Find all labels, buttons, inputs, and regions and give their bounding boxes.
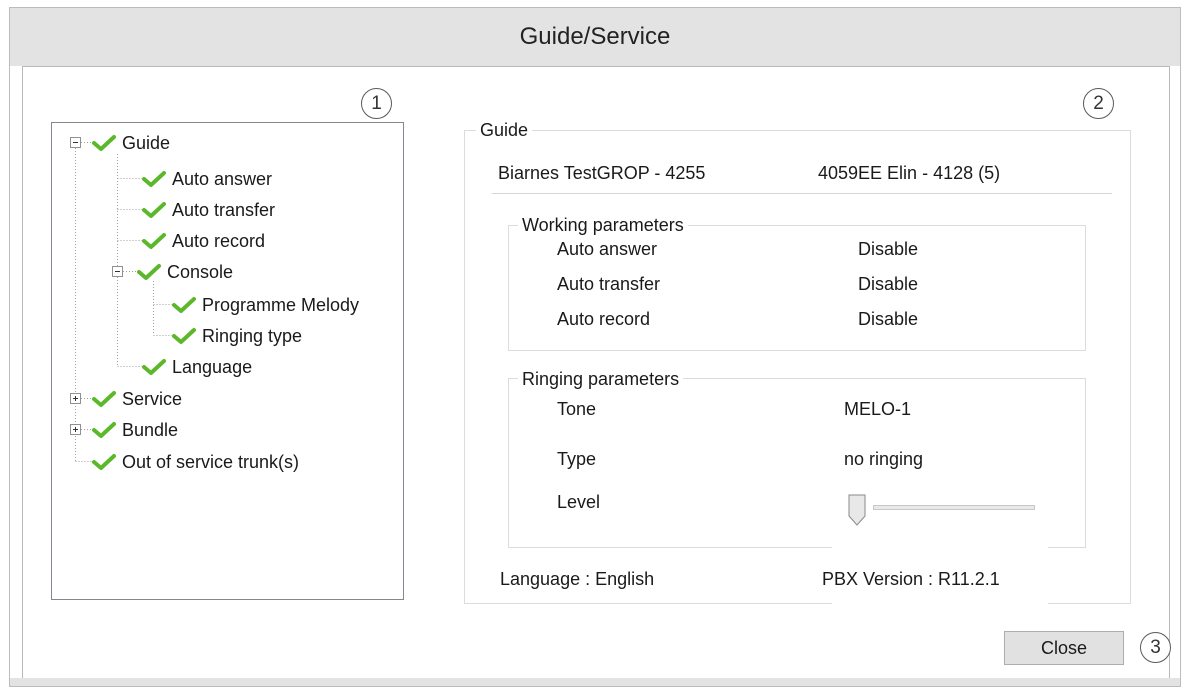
- level-slider-track[interactable]: [873, 505, 1035, 510]
- callout-marker-3: 3: [1140, 632, 1171, 663]
- checkmark-icon: [92, 422, 116, 438]
- tree-node-language[interactable]: Language: [142, 355, 252, 379]
- tree-node-bundle[interactable]: Bundle: [92, 418, 178, 442]
- operator-name-label: 4059EE Elin - 4128 (5): [818, 163, 1001, 183]
- checkmark-icon: [92, 391, 116, 407]
- tree-collapse-guide-icon[interactable]: [70, 137, 81, 148]
- auto-transfer-value: Disable: [858, 274, 919, 294]
- ringing-parameters-title: Ringing parameters: [518, 369, 684, 389]
- type-label: Type: [557, 449, 597, 469]
- tree-node-label: Service: [122, 388, 183, 409]
- tree-node-service[interactable]: Service: [92, 387, 182, 411]
- checkmark-icon: [137, 264, 161, 280]
- working-parameters-title: Working parameters: [518, 215, 688, 235]
- checkmark-icon: [172, 297, 196, 313]
- level-label: Level: [557, 492, 601, 512]
- tree-node-label: Console: [167, 261, 234, 282]
- auto-record-value: Disable: [858, 309, 919, 329]
- guide-groupbox-title: Guide: [476, 120, 533, 140]
- checkmark-icon: [142, 359, 166, 375]
- tree-view[interactable]: Guide Auto answer Auto transfer Auto rec…: [51, 122, 404, 600]
- checkmark-icon: [92, 454, 116, 470]
- tree-node-guide[interactable]: Guide: [92, 131, 170, 155]
- window-title: Guide/Service: [519, 23, 671, 50]
- auto-answer-label: Auto answer: [557, 239, 658, 259]
- tree-node-label: Guide: [122, 132, 171, 153]
- tree-node-out-of-service-trunks[interactable]: Out of service trunk(s): [92, 450, 299, 474]
- header-separator: [492, 193, 1112, 194]
- tree-node-programme-melody[interactable]: Programme Melody: [172, 293, 359, 317]
- callout-marker-2: 2: [1083, 88, 1114, 119]
- type-value: no ringing: [844, 449, 924, 469]
- tree-node-label: Programme Melody: [202, 294, 360, 315]
- checkmark-icon: [172, 328, 196, 344]
- checkmark-icon: [142, 202, 166, 218]
- tree-node-auto-record[interactable]: Auto record: [142, 229, 265, 253]
- tree-node-label: Ringing type: [202, 325, 303, 346]
- checkmark-icon: [92, 135, 116, 151]
- callout-marker-1: 1: [361, 88, 392, 119]
- tree-node-label: Bundle: [122, 419, 179, 440]
- checkmark-icon: [142, 233, 166, 249]
- checkmark-icon: [142, 171, 166, 187]
- auto-transfer-label: Auto transfer: [557, 274, 661, 294]
- tree-node-label: Language: [172, 356, 253, 377]
- tree-node-console[interactable]: Console: [137, 260, 233, 284]
- tree-node-label: Auto answer: [172, 168, 273, 189]
- tree-node-ringing-type[interactable]: Ringing type: [172, 324, 302, 348]
- pbx-version-info: PBX Version : R11.2.1: [822, 569, 1000, 589]
- tree-node-label: Auto transfer: [172, 199, 276, 220]
- tree-node-label: Out of service trunk(s): [122, 451, 300, 472]
- level-slider-thumb[interactable]: [848, 494, 866, 526]
- tree-expand-bundle-icon[interactable]: [70, 424, 81, 435]
- tone-label: Tone: [557, 399, 597, 419]
- tree-expand-service-icon[interactable]: [70, 393, 81, 404]
- tree-collapse-console-icon[interactable]: [112, 266, 123, 277]
- group-name-label: Biarnes TestGROP - 4255: [498, 163, 706, 183]
- tone-value: MELO-1: [844, 399, 912, 419]
- tree-node-auto-answer[interactable]: Auto answer: [142, 167, 272, 191]
- auto-record-label: Auto record: [557, 309, 651, 329]
- tree-node-label: Auto record: [172, 230, 266, 251]
- window-bottom-border: [10, 678, 1180, 686]
- close-button[interactable]: Close: [1004, 631, 1124, 665]
- tree-node-auto-transfer[interactable]: Auto transfer: [142, 198, 275, 222]
- auto-answer-value: Disable: [858, 239, 919, 259]
- title-bar: Guide/Service: [10, 8, 1180, 66]
- language-info: Language : English: [500, 569, 655, 589]
